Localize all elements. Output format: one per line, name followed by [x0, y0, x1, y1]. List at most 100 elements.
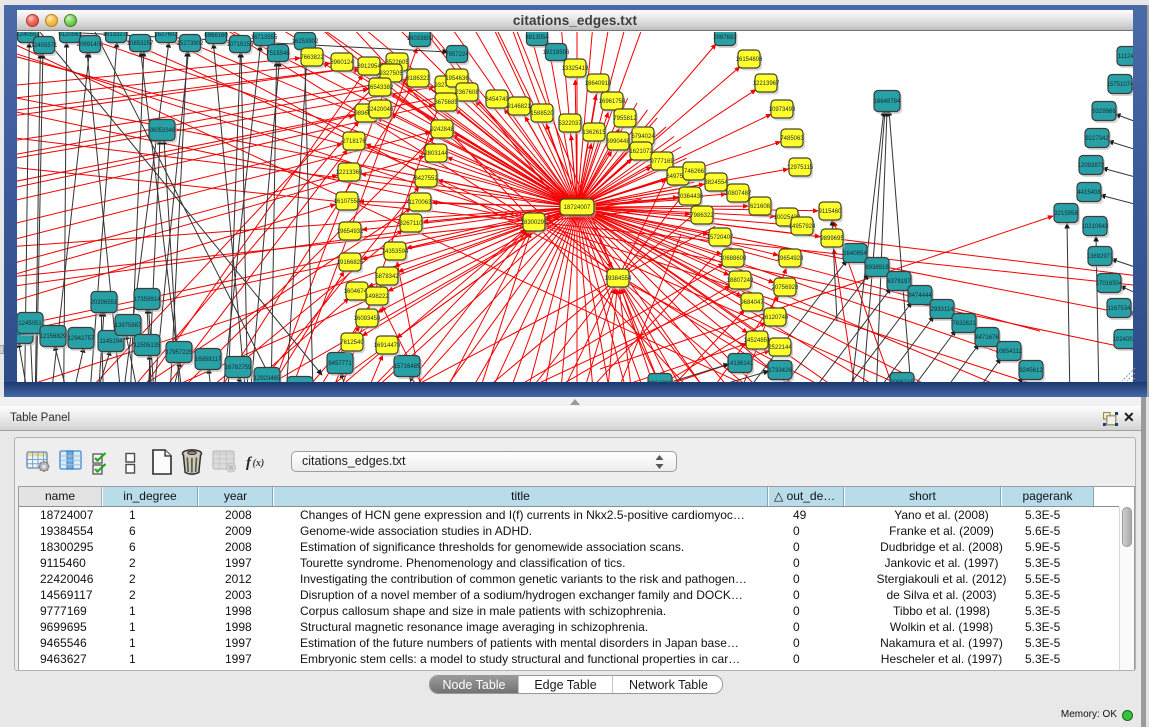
svg-text:12505135: 12505135 — [134, 343, 161, 349]
svg-text:4415408: 4415408 — [1077, 190, 1101, 196]
svg-text:17957225: 17957225 — [166, 350, 193, 356]
svg-text:8960124: 8960124 — [330, 60, 354, 66]
svg-text:16648784: 16648784 — [874, 99, 901, 105]
svg-text:1954636: 1954636 — [445, 76, 469, 82]
svg-text:19384554: 19384554 — [605, 276, 632, 282]
svg-text:1145194: 1145194 — [100, 339, 124, 345]
svg-text:16154808: 16154808 — [736, 57, 763, 63]
svg-text:10688609: 10688609 — [720, 256, 747, 262]
svg-text:1621072: 1621072 — [629, 149, 653, 155]
svg-text:12975115: 12975115 — [787, 165, 814, 171]
svg-text:17016504: 17016504 — [1096, 281, 1123, 287]
svg-text:2367608: 2367608 — [455, 90, 479, 96]
svg-text:2718176: 2718176 — [342, 139, 366, 145]
svg-text:1362615: 1362615 — [582, 130, 606, 136]
svg-text:8912954: 8912954 — [357, 64, 381, 70]
svg-text:20756928: 20756928 — [772, 285, 799, 291]
svg-text:8186323: 8186323 — [406, 76, 430, 82]
svg-text:8454749: 8454749 — [485, 97, 509, 103]
svg-text:8938918: 8938918 — [865, 265, 889, 271]
svg-text:9899695: 9899695 — [820, 236, 844, 242]
svg-text:20206551: 20206551 — [91, 300, 118, 306]
svg-text:10853257: 10853257 — [127, 41, 154, 47]
svg-text:6966160: 6966160 — [204, 33, 228, 39]
svg-text:8471676: 8471676 — [975, 335, 999, 341]
svg-text:16914479: 16914479 — [374, 343, 401, 349]
svg-text:20691406: 20691406 — [77, 42, 104, 48]
svg-text:18640910: 18640910 — [585, 81, 612, 87]
svg-text:19654932: 19654932 — [337, 229, 364, 235]
svg-text:7663822: 7663822 — [300, 55, 324, 61]
svg-text:2522144: 2522144 — [768, 345, 792, 351]
svg-text:621608: 621608 — [750, 204, 771, 210]
svg-text:7986322: 7986322 — [690, 213, 714, 219]
svg-text:16107554: 16107554 — [334, 199, 361, 205]
svg-text:9120563: 9120563 — [58, 32, 82, 38]
svg-text:12405571: 12405571 — [31, 43, 58, 49]
svg-text:7957224: 7957224 — [445, 52, 469, 58]
svg-text:3675685: 3675685 — [434, 100, 458, 106]
svg-text:14353594: 14353594 — [382, 249, 409, 255]
svg-text:16093459: 16093459 — [354, 316, 381, 322]
svg-text:1170063: 1170063 — [409, 200, 433, 206]
svg-text:9146821: 9146821 — [507, 104, 531, 110]
svg-text:12942757: 12942757 — [68, 336, 95, 342]
svg-text:10210643: 10210643 — [1082, 224, 1109, 230]
svg-text:7955812: 7955812 — [613, 116, 637, 122]
svg-text:10973493: 10973493 — [769, 107, 796, 113]
svg-text:9329966: 9329966 — [1092, 109, 1116, 115]
svg-text:12213369: 12213369 — [336, 170, 363, 176]
svg-text:17359914: 17359914 — [134, 297, 161, 303]
svg-text:26053346: 26053346 — [149, 128, 176, 134]
svg-text:5878342: 5878342 — [375, 274, 399, 280]
svg-text:16543382: 16543382 — [367, 85, 394, 91]
svg-text:9777169: 9777169 — [650, 159, 674, 165]
svg-text:1527602: 1527602 — [154, 32, 178, 38]
svg-text:16961758: 16961758 — [599, 99, 626, 105]
svg-text:16713555: 16713555 — [251, 35, 278, 41]
svg-text:3267110: 3267110 — [400, 221, 424, 227]
svg-text:9684047: 9684047 — [740, 300, 764, 306]
svg-text:10240512: 10240512 — [1113, 337, 1133, 343]
svg-text:15720407: 15720407 — [707, 235, 734, 241]
svg-text:6990448: 6990448 — [606, 139, 630, 145]
svg-text:1112473: 1112473 — [1118, 54, 1133, 60]
svg-text:8427552: 8427552 — [414, 176, 438, 182]
svg-text:9096215: 9096215 — [890, 380, 914, 382]
svg-text:16782759: 16782759 — [225, 365, 252, 371]
svg-text:9457771: 9457771 — [328, 361, 352, 367]
svg-text:1245051: 1245051 — [18, 321, 42, 327]
svg-text:7515546: 7515546 — [266, 51, 290, 57]
svg-text:13325419: 13325419 — [562, 66, 589, 72]
svg-text:16958117: 16958117 — [195, 357, 222, 363]
svg-text:3215958: 3215958 — [1054, 211, 1078, 217]
svg-text:9474444: 9474444 — [908, 293, 932, 299]
svg-text:7485063: 7485063 — [780, 136, 804, 142]
svg-text:16120746: 16120746 — [762, 315, 789, 321]
svg-text:19218506: 19218506 — [543, 50, 570, 56]
svg-text:10807487: 10807487 — [725, 191, 752, 197]
svg-text:1588520: 1588520 — [530, 111, 554, 117]
svg-text:1733426: 1733426 — [768, 368, 792, 374]
svg-text:13975887: 13975887 — [115, 323, 142, 329]
svg-text:14524851: 14524851 — [744, 338, 771, 344]
svg-text:12156829: 12156829 — [40, 334, 67, 340]
svg-text:16253902: 16253902 — [292, 39, 319, 45]
svg-text:9115460: 9115460 — [819, 209, 843, 215]
svg-text:6794024: 6794024 — [631, 134, 655, 140]
svg-text:2803144: 2803144 — [424, 151, 448, 157]
svg-text:(x): (x) — [253, 458, 265, 469]
svg-text:14957924: 14957924 — [789, 224, 816, 230]
svg-text:7612540: 7612540 — [340, 340, 364, 346]
svg-text:9242848: 9242848 — [430, 127, 454, 133]
svg-text:20364436: 20364436 — [677, 194, 704, 200]
svg-text:13692971: 13692971 — [1087, 254, 1114, 260]
svg-text:10719155: 10719155 — [227, 42, 254, 48]
svg-text:15273902: 15273902 — [177, 41, 204, 47]
svg-text:746266: 746266 — [684, 169, 705, 175]
svg-text:16133271: 16133271 — [103, 32, 130, 38]
svg-text:8964201: 8964201 — [648, 381, 672, 382]
svg-text:3824554: 3824554 — [704, 180, 728, 186]
svg-text:12923465: 12923465 — [254, 376, 281, 382]
svg-text:19654923: 19654923 — [777, 256, 804, 262]
